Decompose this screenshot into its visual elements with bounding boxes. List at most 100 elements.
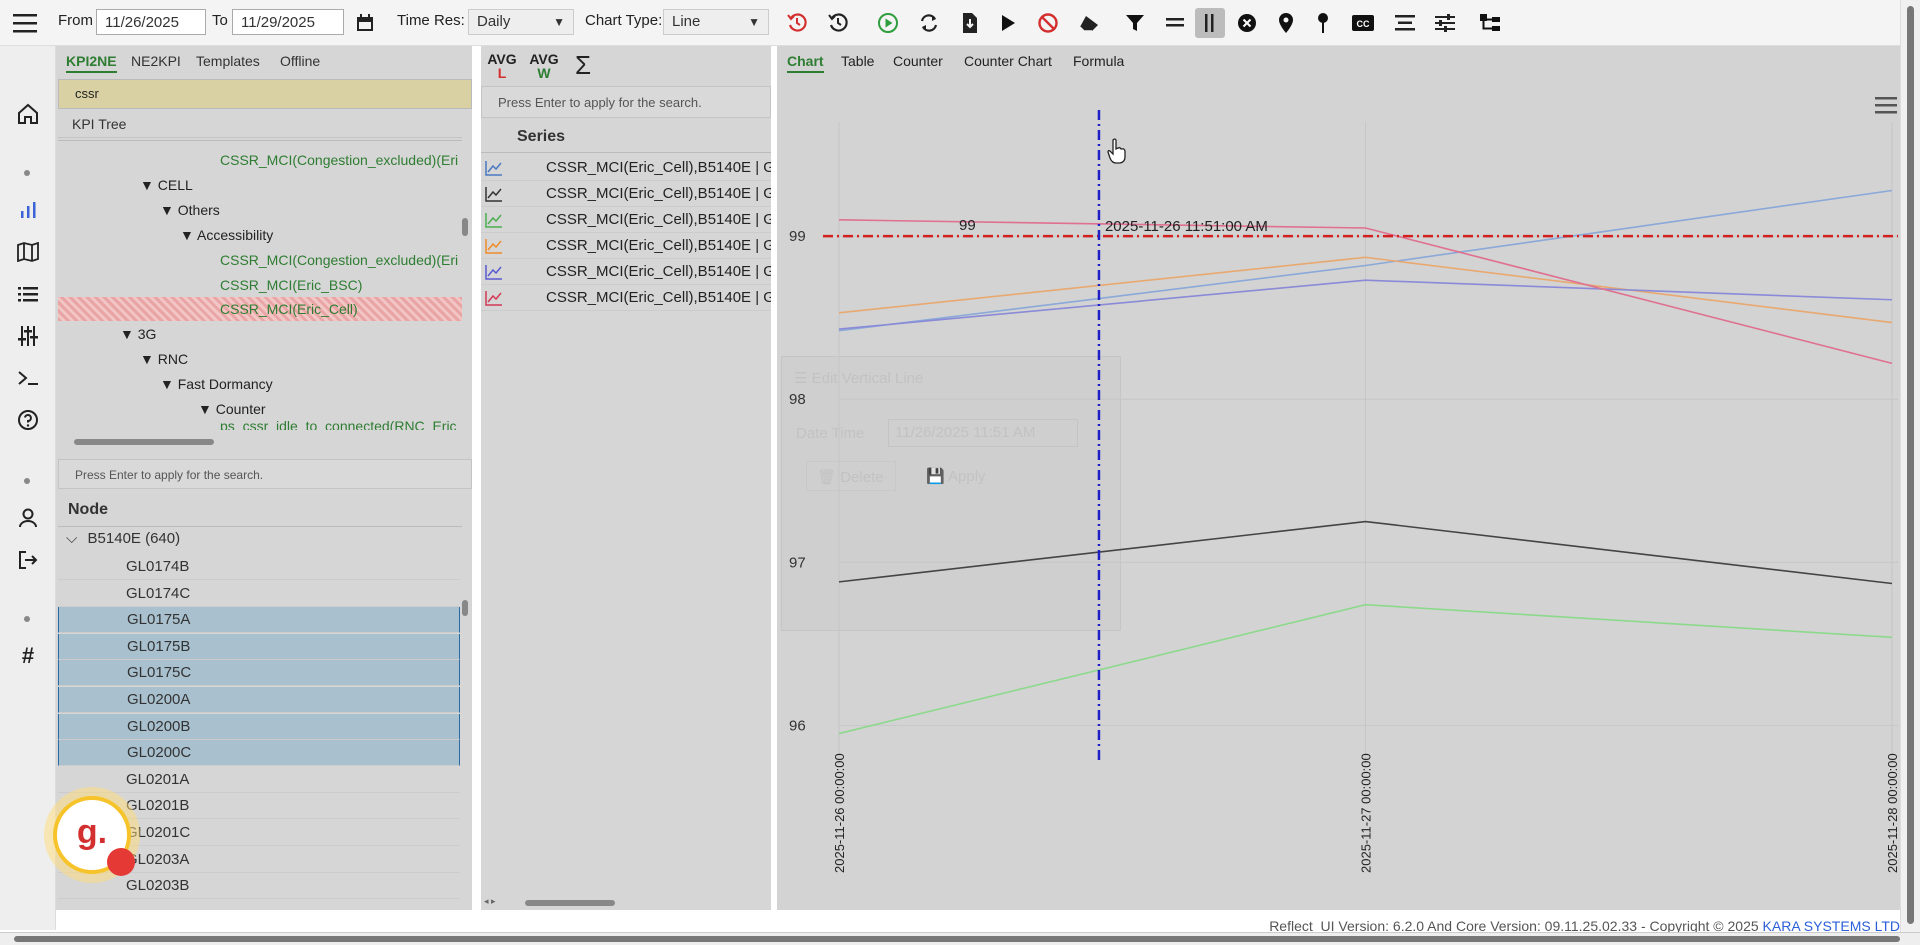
hashtag-icon[interactable]: # bbox=[14, 642, 42, 670]
history-icon[interactable] bbox=[823, 8, 853, 38]
tune-icon[interactable] bbox=[14, 322, 42, 350]
expand-arrow-icon: ▼ bbox=[180, 227, 197, 243]
line-series-icon bbox=[485, 161, 502, 176]
play-circle-icon[interactable] bbox=[873, 8, 903, 38]
home-icon[interactable] bbox=[14, 100, 42, 128]
left-panel-tabs: KPI2NE NE2KPI Templates Offline bbox=[56, 50, 472, 73]
x-tick-label: 2025-11-26 00:00:00 bbox=[832, 753, 847, 873]
pin-icon[interactable] bbox=[1308, 8, 1338, 38]
node-row[interactable]: GL0174C bbox=[58, 581, 460, 607]
node-row[interactable]: GL0175A bbox=[58, 607, 460, 634]
node-row[interactable]: GL0201A bbox=[58, 767, 460, 793]
assistant-badge[interactable]: g. bbox=[44, 787, 140, 883]
sum-button[interactable]: Σ bbox=[575, 50, 591, 81]
eraser-icon[interactable] bbox=[1074, 8, 1104, 38]
node-row[interactable]: GL0175C bbox=[58, 660, 460, 687]
terminal-icon[interactable] bbox=[14, 364, 42, 392]
close-circle-icon[interactable] bbox=[1232, 8, 1262, 38]
calendar-icon[interactable] bbox=[350, 8, 380, 38]
notification-dot bbox=[107, 848, 135, 876]
list-icon[interactable] bbox=[14, 280, 42, 308]
align-list-icon[interactable] bbox=[1390, 8, 1420, 38]
node-row[interactable]: GL0175B bbox=[58, 633, 460, 660]
tab-templates[interactable]: Templates bbox=[196, 53, 260, 69]
y-tick-label: 99 bbox=[789, 228, 806, 245]
to-date-input[interactable] bbox=[232, 9, 344, 35]
scroll-thumb[interactable] bbox=[525, 900, 615, 906]
play-icon[interactable] bbox=[993, 8, 1023, 38]
node-row[interactable]: GL0174B bbox=[58, 554, 460, 580]
page-vertical-scrollbar[interactable] bbox=[1900, 0, 1920, 932]
bar-chart-icon[interactable] bbox=[14, 196, 42, 224]
horizontal-lines-icon[interactable] bbox=[1160, 8, 1190, 38]
expand-arrow-icon: ▼ bbox=[160, 376, 178, 392]
tree-item-fast-dormancy[interactable]: ▼ Fast Dormancy bbox=[160, 373, 273, 392]
series-label: CSSR_MCI(Eric_Cell),B5140E | GL bbox=[546, 237, 771, 254]
series-row[interactable]: CSSR_MCI(Eric_Cell),B5140E | GL bbox=[481, 285, 771, 311]
avg-w-button[interactable]: AVG W bbox=[529, 52, 559, 80]
line-series-icon bbox=[485, 265, 502, 280]
from-label: From bbox=[58, 12, 93, 29]
kpi-search-input[interactable]: cssr bbox=[58, 79, 472, 109]
map-icon[interactable] bbox=[14, 238, 42, 266]
download-file-icon[interactable] bbox=[955, 8, 985, 38]
time-res-select[interactable]: Daily ▼ bbox=[468, 9, 574, 35]
tree-item-kpi[interactable]: ps_cssr_idle_to_connected(RNC_Eric bbox=[220, 420, 457, 430]
block-icon[interactable] bbox=[1033, 8, 1063, 38]
history-red-icon[interactable] bbox=[782, 8, 812, 38]
series-label: CSSR_MCI(Eric_Cell),B5140E | GL bbox=[546, 263, 771, 280]
chevron-down-icon: ▼ bbox=[553, 15, 565, 29]
node-search-input[interactable]: Press Enter to apply for the search. bbox=[58, 459, 472, 489]
help-icon[interactable] bbox=[14, 406, 42, 434]
scroll-left-icon[interactable]: ◂ ▸ bbox=[484, 896, 496, 907]
series-row[interactable]: CSSR_MCI(Eric_Cell),B5140E | GL bbox=[481, 155, 771, 181]
tree-item-accessibility[interactable]: ▼ Accessibility bbox=[180, 224, 273, 246]
series-row[interactable]: CSSR_MCI(Eric_Cell),B5140E | GL bbox=[481, 259, 771, 285]
closed-caption-icon[interactable]: CC bbox=[1348, 8, 1378, 38]
y-tick-label: 98 bbox=[789, 391, 806, 408]
page-vscroll-thumb[interactable] bbox=[1907, 6, 1914, 924]
node-row[interactable]: GL0200C bbox=[58, 740, 460, 767]
page-scroll-thumb[interactable] bbox=[14, 936, 1900, 942]
node-vertical-scrollbar[interactable] bbox=[462, 600, 468, 616]
refresh-icon[interactable] bbox=[914, 8, 944, 38]
series-row[interactable]: CSSR_MCI(Eric_Cell),B5140E | GL bbox=[481, 181, 771, 207]
node-row[interactable]: GL0200B bbox=[58, 713, 460, 740]
chart-type-select[interactable]: Line ▼ bbox=[663, 9, 769, 35]
series-list: CSSR_MCI(Eric_Cell),B5140E | GL CSSR_MCI(… bbox=[481, 155, 771, 315]
page-horizontal-scrollbar[interactable] bbox=[0, 932, 1920, 945]
tab-ne2kpi[interactable]: NE2KPI bbox=[131, 53, 181, 69]
tree-item-kpi[interactable]: CSSR_MCI(Congestion_excluded)(Eri bbox=[220, 149, 458, 171]
series-row[interactable]: CSSR_MCI(Eric_Cell),B5140E | GL bbox=[481, 207, 771, 233]
tree-item-kpi[interactable]: CSSR_MCI(Congestion_excluded)(Eri bbox=[220, 249, 458, 271]
tree-vertical-scrollbar[interactable] bbox=[462, 218, 468, 236]
user-icon[interactable] bbox=[14, 504, 42, 532]
tree-item-3g[interactable]: ▼ 3G bbox=[120, 323, 156, 345]
avg-l-button[interactable]: AVG L bbox=[487, 52, 517, 80]
node-group[interactable]: ⌵ B5140E (640) bbox=[66, 530, 180, 547]
tree-item-kpi[interactable]: CSSR_MCI(Eric_BSC) bbox=[220, 274, 362, 296]
series-label: CSSR_MCI(Eric_Cell),B5140E | GL bbox=[546, 159, 771, 176]
logout-icon[interactable] bbox=[14, 546, 42, 574]
line-chart[interactable]: 96 97 98 99 2025-11-26 00:00:00 2025-11-27 00… bbox=[777, 46, 1900, 910]
tree-item-cell[interactable]: ▼ CELL bbox=[140, 174, 193, 196]
node-header: Node bbox=[58, 493, 462, 527]
sliders-icon[interactable] bbox=[1430, 8, 1460, 38]
hierarchy-icon[interactable] bbox=[1475, 8, 1505, 38]
node-row[interactable]: GL0203B bbox=[58, 873, 460, 900]
from-date-input[interactable] bbox=[96, 9, 206, 35]
hamburger-menu-icon[interactable] bbox=[10, 8, 40, 38]
series-search-input[interactable]: Press Enter to apply for the search. bbox=[481, 86, 771, 118]
series-row[interactable]: CSSR_MCI(Eric_Cell),B5140E | GL bbox=[481, 233, 771, 259]
tree-horizontal-scrollbar[interactable] bbox=[74, 439, 214, 445]
tree-item-others[interactable]: ▼ Others bbox=[160, 199, 220, 221]
node-row[interactable]: GL0200A bbox=[58, 687, 460, 713]
tree-item-counter[interactable]: ▼ Counter bbox=[198, 398, 266, 420]
filter-icon[interactable] bbox=[1120, 8, 1150, 38]
vertical-lines-icon[interactable] bbox=[1195, 8, 1225, 38]
map-marker-icon[interactable] bbox=[1271, 8, 1301, 38]
tree-item-kpi-selected[interactable]: CSSR_MCI(Eric_Cell) bbox=[220, 298, 358, 320]
tab-kpi2ne[interactable]: KPI2NE bbox=[66, 53, 117, 73]
tab-offline[interactable]: Offline bbox=[280, 53, 320, 69]
tree-item-rnc[interactable]: ▼ RNC bbox=[140, 348, 188, 370]
